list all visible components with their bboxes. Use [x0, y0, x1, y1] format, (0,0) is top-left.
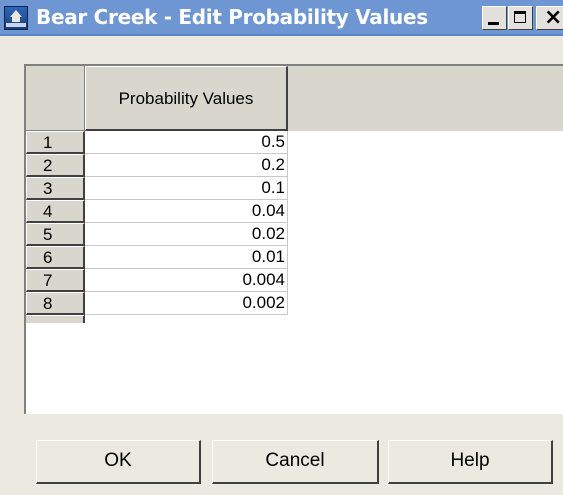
probability-cell[interactable]: 0.004 — [85, 269, 288, 292]
window-title: Bear Creek - Edit Probability Values — [36, 5, 428, 29]
probability-cell[interactable]: 0.5 — [85, 131, 288, 154]
row-header[interactable]: 4 — [26, 200, 85, 223]
probability-cell[interactable]: 0.01 — [85, 246, 288, 269]
row-header[interactable]: 8 — [26, 292, 85, 315]
row-header-stub — [26, 315, 85, 323]
table-row[interactable]: 2 0.2 — [26, 154, 563, 177]
row-header[interactable]: 1 — [26, 131, 85, 154]
row-header[interactable]: 5 — [26, 223, 85, 246]
app-icon[interactable] — [4, 6, 28, 30]
close-icon: × — [544, 5, 563, 30]
close-button[interactable]: × — [536, 5, 563, 30]
maximize-icon — [514, 11, 526, 23]
maximize-button[interactable] — [508, 6, 533, 30]
cancel-button[interactable]: Cancel — [212, 440, 379, 484]
table-row[interactable]: 5 0.02 — [26, 223, 563, 246]
column-header-probability-values[interactable]: Probability Values — [85, 66, 288, 131]
minimize-icon — [488, 22, 499, 25]
header-empty-area — [288, 66, 563, 131]
probability-cell[interactable]: 0.2 — [85, 154, 288, 177]
table-row[interactable]: 3 0.1 — [26, 177, 563, 200]
probability-cell[interactable]: 0.02 — [85, 223, 288, 246]
ok-button[interactable]: OK — [36, 440, 201, 484]
table-row[interactable]: 1 0.5 — [26, 131, 563, 154]
minimize-button[interactable] — [482, 6, 507, 30]
row-header[interactable]: 6 — [26, 246, 85, 269]
grid-corner-cell[interactable] — [26, 66, 85, 131]
table-row[interactable]: 6 0.01 — [26, 246, 563, 269]
table-row[interactable]: 7 0.004 — [26, 269, 563, 292]
table-row[interactable]: 8 0.002 — [26, 292, 563, 315]
grid-rows: 1 0.5 2 0.2 3 0.1 4 0.04 5 0.02 6 0.01 7… — [26, 131, 563, 323]
probability-cell[interactable]: 0.04 — [85, 200, 288, 223]
row-header[interactable]: 3 — [26, 177, 85, 200]
probability-cell[interactable]: 0.1 — [85, 177, 288, 200]
help-button[interactable]: Help — [388, 440, 553, 484]
title-bar[interactable]: Bear Creek - Edit Probability Values × — [0, 0, 563, 36]
table-row[interactable]: 4 0.04 — [26, 200, 563, 223]
probability-grid[interactable]: Probability Values 1 0.5 2 0.2 3 0.1 4 0… — [24, 64, 563, 414]
row-header[interactable]: 7 — [26, 269, 85, 292]
row-header[interactable]: 2 — [26, 154, 85, 177]
probability-cell[interactable]: 0.002 — [85, 292, 288, 315]
